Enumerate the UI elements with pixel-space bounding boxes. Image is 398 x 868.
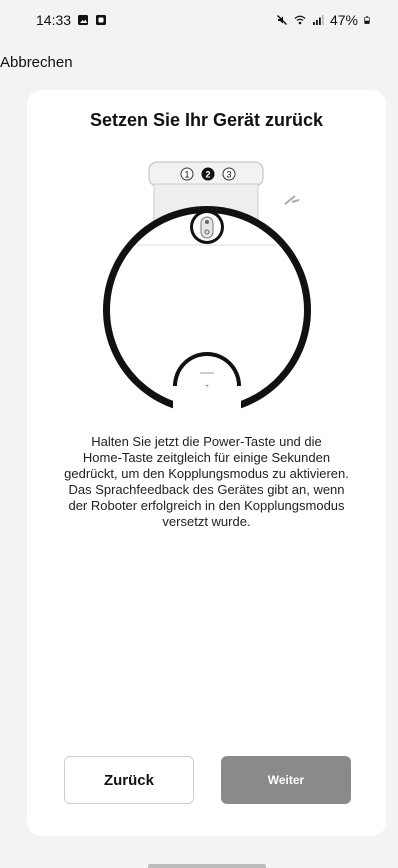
step-2-label: 2 (205, 170, 210, 180)
robot-vacuum-illustration: 1 2 3 + (103, 161, 311, 420)
page-title: Setzen Sie Ihr Gerät zurück (89, 110, 324, 130)
instruction-text: Halten Sie jetzt die Power-Taste und die… (64, 434, 349, 529)
battery-percent: 47% (329, 12, 358, 28)
reset-card: Setzen Sie Ihr Gerät zurück 1 2 3 + Halt… (27, 90, 386, 836)
svg-text:+: + (205, 384, 209, 390)
status-left: 14:33 (36, 12, 107, 28)
step-1-label: 1 (184, 170, 189, 180)
back-button[interactable]: Zurück (64, 756, 194, 804)
wifi-icon (294, 15, 306, 25)
step-indicators: 1 2 3 (180, 167, 236, 181)
home-indicator[interactable] (148, 864, 266, 868)
status-right: 47% (276, 12, 372, 28)
status-time: 14:33 (36, 12, 72, 28)
image-icon (78, 15, 89, 25)
mute-icon (276, 15, 287, 25)
signal-icon (312, 15, 324, 25)
cancel-button[interactable]: Abbrechen (0, 54, 73, 71)
side-brush (284, 195, 300, 205)
next-button[interactable]: Weiter (221, 756, 351, 804)
battery-icon (364, 16, 370, 24)
top-bar: Abbrechen (0, 50, 398, 76)
notification-icon (96, 15, 107, 25)
status-bar: 14:33 47% (0, 0, 398, 40)
step-3-label: 3 (226, 170, 231, 180)
